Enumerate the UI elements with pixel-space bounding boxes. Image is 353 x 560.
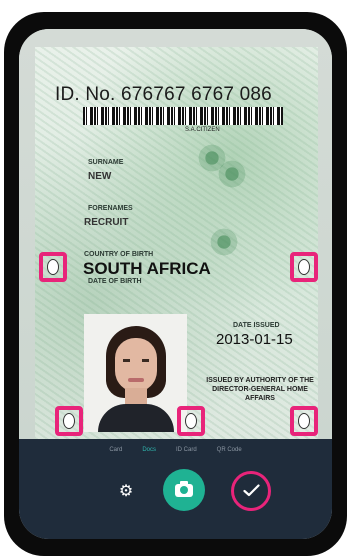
scan-mode-bar: Card Docs ID Card QR Code — [19, 439, 332, 461]
camera-control-bar: ⚙ — [19, 461, 332, 539]
app-screen: ID. No. 676767 6767 086 S.A.CITIZEN SURN… — [19, 29, 332, 539]
crop-handle-bottom-left[interactable] — [55, 406, 83, 436]
confirm-button[interactable] — [231, 471, 271, 511]
mode-qr-code[interactable]: QR Code — [217, 447, 242, 453]
crop-handle-knob — [298, 259, 310, 275]
photo-shoulders — [98, 404, 174, 432]
mode-docs[interactable]: Docs — [142, 447, 156, 453]
crop-handle-knob — [63, 413, 75, 429]
photo-eyes — [123, 359, 149, 362]
photo-lips — [128, 378, 144, 382]
barcode — [83, 107, 283, 125]
crop-handle-bottom-right[interactable] — [290, 406, 318, 436]
issuing-authority: ISSUED BY AUTHORITY OF THE DIRECTOR-GENE… — [206, 377, 314, 402]
date-issued-value: 2013-01-15 — [216, 331, 293, 348]
mode-id-card[interactable]: ID Card — [176, 447, 197, 453]
crop-handle-knob — [47, 259, 59, 275]
mode-card[interactable]: Card — [109, 447, 122, 453]
crop-handle-left[interactable] — [39, 252, 67, 282]
coat-of-arms-emblem — [218, 157, 246, 191]
checkmark-icon — [243, 484, 260, 497]
forenames-label: FORENAMES — [88, 205, 133, 212]
surname-label: SURNAME — [88, 159, 124, 166]
crop-handle-knob — [298, 413, 310, 429]
camera-lens-icon — [180, 486, 188, 494]
photo-face — [115, 338, 157, 392]
camera-preview: ID. No. 676767 6767 086 S.A.CITIZEN SURN… — [19, 29, 332, 439]
crop-handle-knob — [185, 413, 197, 429]
capture-button[interactable] — [163, 469, 205, 511]
barcode-caption: S.A.CITIZEN — [185, 127, 220, 133]
date-issued-label: DATE ISSUED — [233, 322, 280, 329]
country-value: SOUTH AFRICA — [83, 259, 211, 278]
coat-of-arms-emblem — [210, 225, 238, 259]
crop-handle-right[interactable] — [290, 252, 318, 282]
dob-label: DATE OF BIRTH — [88, 278, 142, 285]
surname-value: NEW — [88, 171, 112, 182]
country-label: COUNTRY OF BIRTH — [84, 251, 154, 258]
phone-frame: ID. No. 676767 6767 086 S.A.CITIZEN SURN… — [4, 12, 347, 556]
gear-icon[interactable]: ⚙ — [118, 484, 134, 500]
forenames-value: RECRUIT — [84, 217, 129, 228]
id-card-image: ID. No. 676767 6767 086 S.A.CITIZEN SURN… — [35, 47, 318, 439]
id-number: ID. No. 676767 6767 086 — [55, 84, 272, 105]
crop-handle-bottom-center[interactable] — [177, 406, 205, 436]
id-photo — [84, 314, 187, 432]
